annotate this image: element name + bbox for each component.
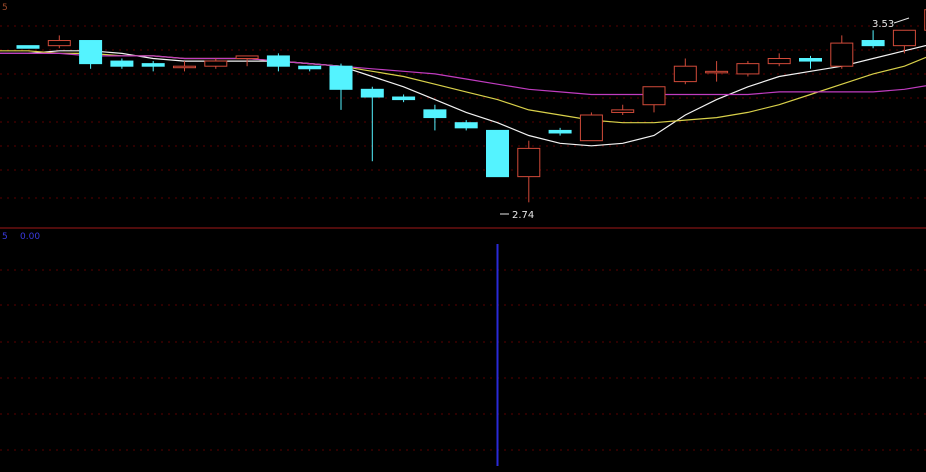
chart-canvas: 3.53 2.74 5 5 0.00 [0,3,926,466]
candlesticks [16,9,926,203]
high-price-arrow [893,17,910,24]
candle-body [47,40,71,47]
indicator-grid [0,269,926,451]
candle-body [266,55,290,67]
candle-body [799,58,822,62]
candle-body [517,147,541,178]
candle-body [392,96,416,101]
candle-body [204,60,228,67]
moving-average-line [0,40,926,147]
candle-body [486,129,509,178]
candle-body [830,42,854,67]
price-grid [0,25,926,199]
candle-body [642,86,666,106]
candle-body [454,122,478,129]
indicator-name: 5 [2,232,8,242]
candle-body [329,65,353,90]
candle-body [767,58,791,65]
high-price-label: 3.53 [872,19,894,30]
top-corner-label: 5 [2,3,8,13]
candle-body [423,109,447,119]
candle-body [861,40,885,47]
candle-body [16,45,40,49]
candle-body [141,63,165,67]
moving-average-lines [0,40,926,147]
candle-body [736,63,760,75]
candle-body [79,40,103,65]
indicator-value: 0.00 [20,232,40,242]
candle-body [673,65,697,83]
candle-body [298,65,322,70]
candle-body [360,88,384,98]
candle-body [235,55,259,60]
candle-body [892,29,916,47]
candle-body [110,60,134,67]
candle-body [579,114,603,142]
stock-chart: 3.53 2.74 5 5 0.00 [0,0,926,468]
candle-body [705,70,729,74]
candle-body [548,129,572,134]
candle-body [173,65,196,69]
low-price-label: 2.74 [512,210,534,221]
candle-body [611,109,635,113]
